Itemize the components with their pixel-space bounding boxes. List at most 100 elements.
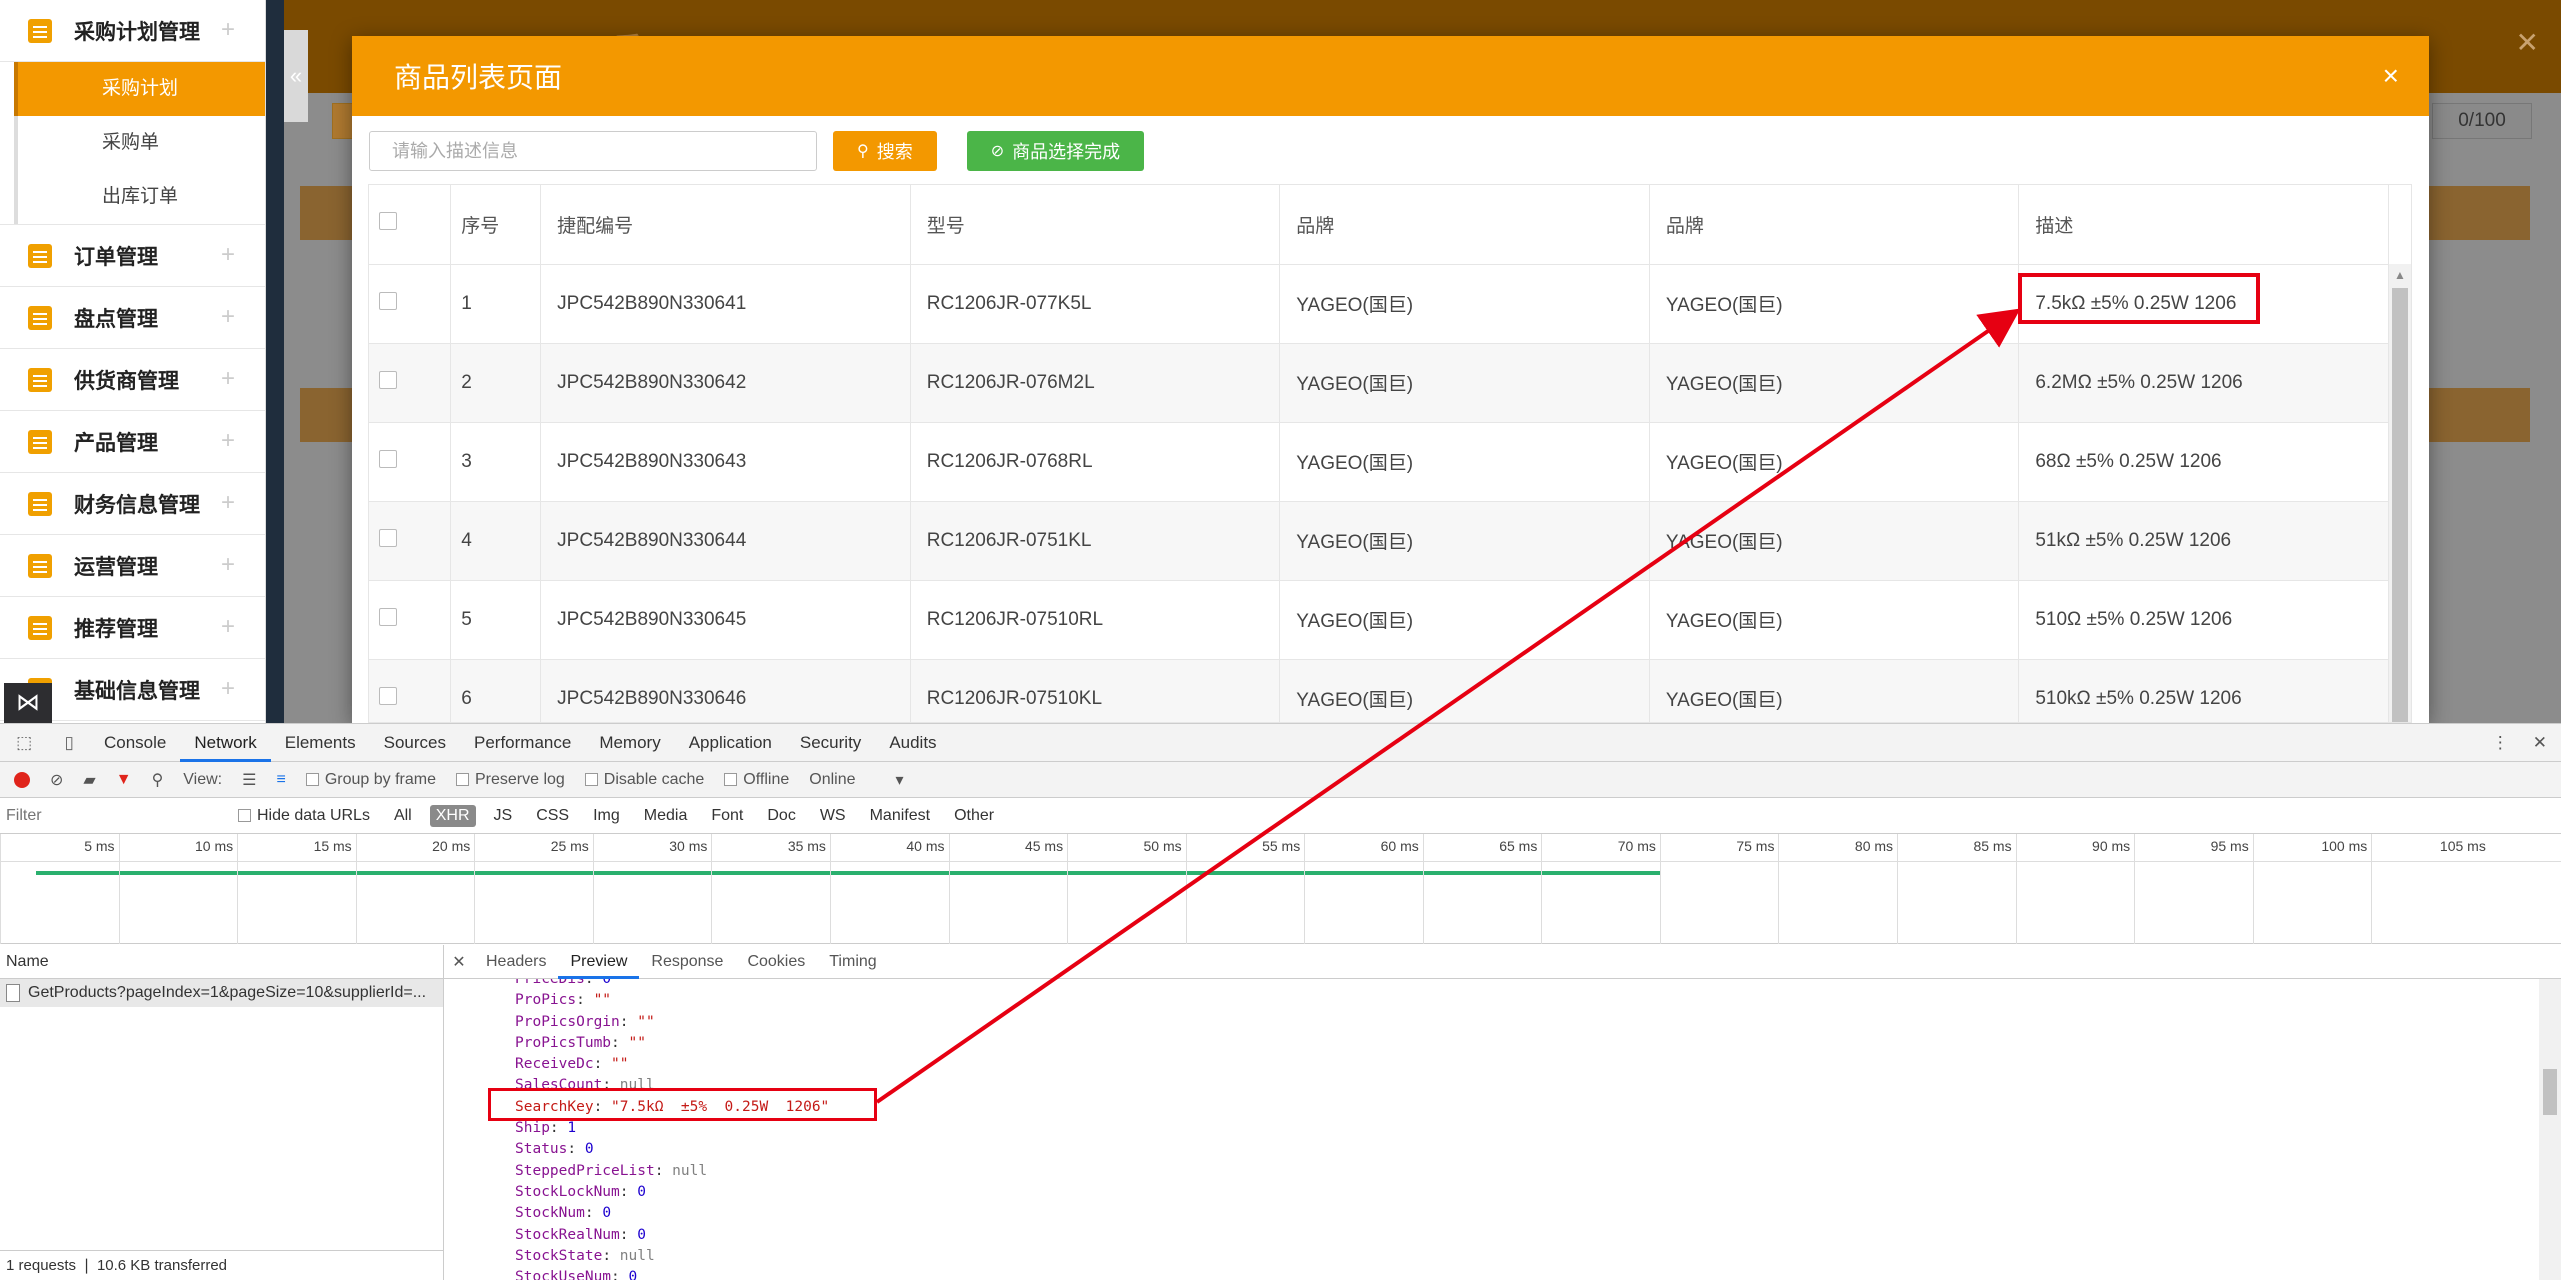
clear-icon[interactable]: ⊘ xyxy=(50,770,63,790)
disable-cache-toggle[interactable]: Disable cache xyxy=(584,771,704,789)
row-checkbox[interactable] xyxy=(379,528,397,547)
column-header[interactable]: 捷配编号 xyxy=(540,185,911,265)
tab-console[interactable]: Console xyxy=(90,724,180,762)
filter-type-other[interactable]: Other xyxy=(948,805,1000,827)
tab-headers[interactable]: Headers xyxy=(474,945,558,979)
menu-group-supplier[interactable]: 供货商管理 + xyxy=(0,349,265,411)
filter-type-js[interactable]: JS xyxy=(488,805,519,827)
row-checkbox[interactable] xyxy=(379,607,397,626)
close-detail-icon[interactable]: ✕ xyxy=(444,952,474,972)
filter-type-doc[interactable]: Doc xyxy=(761,805,801,827)
submenu-item-purchase-order[interactable]: 采购单 xyxy=(14,116,265,170)
filter-icon[interactable]: ▼ xyxy=(116,771,132,789)
double-chevron-left-icon[interactable]: « xyxy=(284,30,308,122)
filter-input[interactable] xyxy=(6,802,226,829)
preserve-log-toggle[interactable]: Preserve log xyxy=(455,771,565,789)
group-by-frame-toggle[interactable]: Group by frame xyxy=(305,771,436,789)
search-input[interactable] xyxy=(369,131,817,171)
menu-group-order[interactable]: 订单管理 + xyxy=(0,225,265,287)
tab-elements[interactable]: Elements xyxy=(271,724,370,762)
name-column-header[interactable]: Name xyxy=(0,945,443,979)
expand-plus-icon[interactable]: + xyxy=(221,303,235,331)
offline-toggle[interactable]: Offline xyxy=(724,771,789,789)
waterfall-view-icon[interactable]: ≡ xyxy=(276,771,285,789)
menu-group-product[interactable]: 产品管理 + xyxy=(0,411,265,473)
expand-plus-icon[interactable]: + xyxy=(221,551,235,579)
menu-group-purchase-plan[interactable]: 采购计划管理 + xyxy=(0,0,265,62)
tab-audits[interactable]: Audits xyxy=(875,724,950,762)
filter-type-ws[interactable]: WS xyxy=(814,805,852,827)
scrollbar-thumb[interactable] xyxy=(2543,1069,2557,1115)
expand-plus-icon[interactable]: + xyxy=(221,675,235,703)
checkbox[interactable] xyxy=(305,773,319,786)
scroll-up-icon[interactable]: ▲ xyxy=(2394,268,2406,282)
tab-security[interactable]: Security xyxy=(786,724,875,762)
finish-selection-button[interactable]: ⊘ 商品选择完成 xyxy=(966,131,1145,171)
submenu-item-outbound-order[interactable]: 出库订单 xyxy=(14,170,265,224)
search-button[interactable]: ⚲ 搜索 xyxy=(833,131,937,171)
checkbox[interactable] xyxy=(724,773,738,786)
request-row[interactable]: GetProducts?pageIndex=1&pageSize=10&supp… xyxy=(0,979,443,1007)
filter-type-font[interactable]: Font xyxy=(705,805,749,827)
expand-plus-icon[interactable]: + xyxy=(221,365,235,393)
hide-data-urls-toggle[interactable]: Hide data URLs xyxy=(232,805,376,827)
tab-network[interactable]: Network xyxy=(180,724,271,762)
select-all-checkbox[interactable] xyxy=(379,212,397,231)
expand-plus-icon[interactable]: + xyxy=(221,427,235,455)
filter-type-all[interactable]: All xyxy=(388,805,418,827)
filter-type-media[interactable]: Media xyxy=(638,805,694,827)
network-timeline[interactable]: 5 ms 10 ms 15 ms 20 ms 25 ms 30 ms 35 ms 40 ms 4… xyxy=(0,834,2561,944)
menu-group-recommend[interactable]: 推荐管理 + xyxy=(0,597,265,659)
menu-group-inventory[interactable]: 盘点管理 + xyxy=(0,287,265,349)
filter-type-xhr[interactable]: XHR xyxy=(429,804,476,827)
expand-plus-icon[interactable]: + xyxy=(221,613,235,641)
table-row[interactable]: 3 JPC542B890N330643 RC1206JR-0768RL YAGEO(国… xyxy=(369,422,2389,502)
table-row[interactable]: 2 JPC542B890N330642 RC1206JR-076M2L YAGEO(国… xyxy=(369,343,2389,423)
tab-memory[interactable]: Memory xyxy=(585,724,674,762)
expand-plus-icon[interactable]: + xyxy=(221,16,235,44)
tab-timing[interactable]: Timing xyxy=(817,945,888,979)
tab-application[interactable]: Application xyxy=(675,724,786,762)
menu-group-operations[interactable]: 运营管理 + xyxy=(0,535,265,597)
list-view-icon[interactable]: ☰ xyxy=(242,770,256,790)
close-devtools-icon[interactable]: ✕ xyxy=(2533,733,2547,753)
table-scrollbar[interactable]: ▲ xyxy=(2389,264,2411,722)
column-header[interactable]: 品牌 xyxy=(1279,185,1650,265)
tab-preview[interactable]: Preview xyxy=(558,945,640,979)
column-header[interactable]: 品牌 xyxy=(1649,185,2020,265)
menu-group-finance[interactable]: 财务信息管理 + xyxy=(0,473,265,535)
expand-plus-icon[interactable]: + xyxy=(221,489,235,517)
checkbox[interactable] xyxy=(455,773,469,786)
close-icon[interactable]: × xyxy=(2383,60,2399,92)
search-icon[interactable]: ⚲ xyxy=(152,770,164,790)
video-camera-icon[interactable]: ▰ xyxy=(83,770,95,790)
preview-scrollbar[interactable] xyxy=(2539,979,2561,1280)
device-toolbar-icon[interactable]: ▯ xyxy=(64,733,73,753)
row-checkbox[interactable] xyxy=(379,370,397,389)
tab-performance[interactable]: Performance xyxy=(460,724,585,762)
table-row[interactable]: 5 JPC542B890N330645 RC1206JR-07510RL YAGEO(… xyxy=(369,580,2389,660)
record-icon[interactable] xyxy=(14,771,30,788)
visual-studio-icon[interactable]: ⋈ xyxy=(4,683,52,723)
row-checkbox[interactable] xyxy=(379,291,397,310)
column-header[interactable]: 描述 xyxy=(2018,185,2389,265)
scrollbar-thumb[interactable] xyxy=(2392,288,2408,722)
submenu-item-purchase-plan[interactable]: 采购计划 xyxy=(14,62,265,116)
background-close-icon[interactable]: ✕ xyxy=(2516,26,2539,59)
filter-type-manifest[interactable]: Manifest xyxy=(864,805,936,827)
table-row[interactable]: 4 JPC542B890N330644 RC1206JR-0751KL YAGEO(国… xyxy=(369,501,2389,581)
tab-cookies[interactable]: Cookies xyxy=(735,945,817,979)
column-header[interactable]: 序号 xyxy=(450,185,542,265)
checkbox[interactable] xyxy=(584,773,598,786)
expand-plus-icon[interactable]: + xyxy=(221,241,235,269)
filter-type-img[interactable]: Img xyxy=(587,805,626,827)
tab-response[interactable]: Response xyxy=(639,945,735,979)
more-options-icon[interactable]: ⋮ xyxy=(2492,733,2509,753)
filter-type-css[interactable]: CSS xyxy=(530,805,575,827)
table-row[interactable]: 6 JPC542B890N330646 RC1206JR-07510KL YAGEO(… xyxy=(369,659,2389,722)
throttle-select[interactable]: Online ▾ xyxy=(809,770,903,790)
inspect-element-icon[interactable]: ⬚ xyxy=(16,733,32,753)
row-checkbox[interactable] xyxy=(379,449,397,468)
checkbox[interactable] xyxy=(238,809,251,822)
column-header[interactable]: 型号 xyxy=(910,185,1281,265)
